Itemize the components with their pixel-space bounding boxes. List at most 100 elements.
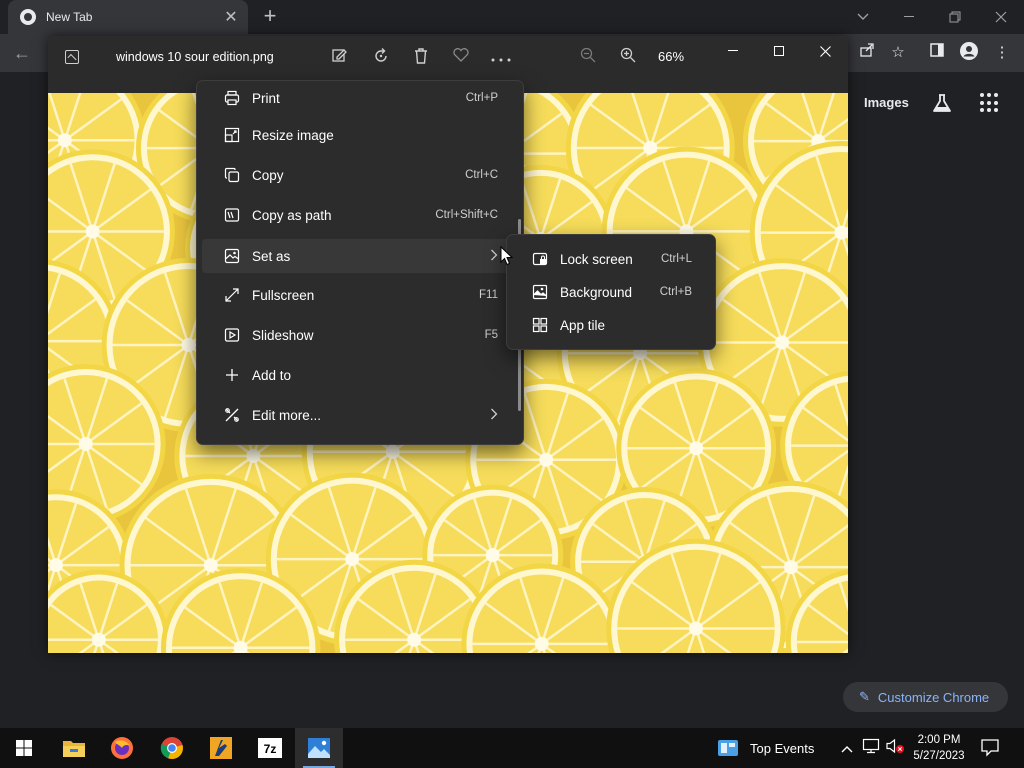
top-events-widget[interactable]: Top Events [718,728,814,768]
edit-image-icon[interactable] [329,47,351,69]
menu-label: Copy [252,167,284,183]
photo-filename: windows 10 sour edition.png [116,50,274,64]
menu-shortcut: F11 [479,289,498,301]
bookmark-star-icon[interactable]: ☆ [887,42,909,64]
cs-game-icon[interactable] [197,728,245,768]
delete-icon[interactable] [410,47,432,69]
pencil-icon: ✎ [859,689,870,704]
photos-maximize-icon[interactable] [756,36,802,66]
new-tab-button[interactable]: + [258,4,282,28]
menu-shortcut: Ctrl+C [465,169,498,181]
chrome-taskbar-icon[interactable] [148,728,196,768]
edit-more-icon [224,407,240,423]
side-panel-icon[interactable] [926,42,948,64]
menu-label: Edit more... [252,407,322,423]
top-events-label: Top Events [750,740,815,756]
menu-item-set-as[interactable]: Set as [202,239,518,273]
back-arrow-icon[interactable]: ← [8,40,36,66]
submenu-item-lock-screen[interactable]: Lock screen Ctrl+L [512,244,710,274]
chrome-favicon-icon [20,9,36,25]
fullscreen-icon [224,287,240,303]
slideshow-icon [224,327,240,343]
file-explorer-icon[interactable] [50,728,98,768]
submenu-label: App tile [560,317,606,333]
menu-label: Resize image [252,127,334,143]
context-menu: Print Ctrl+P Resize image Copy Ctrl+C Co… [196,80,524,445]
labs-flask-icon[interactable] [931,92,953,114]
chevron-right-icon [490,248,498,264]
notification-center-icon[interactable] [980,737,1002,759]
menu-label: Print [252,90,280,106]
menu-shortcut: F5 [484,329,498,341]
chrome-menu-icon[interactable]: ⋮ [991,42,1013,64]
set-as-submenu: Lock screen Ctrl+L Background Ctrl+B App… [506,234,716,350]
menu-label: Fullscreen [252,287,315,303]
menu-item-print[interactable]: Print Ctrl+P [202,81,518,115]
copy-icon [224,167,240,183]
more-options-icon[interactable] [490,47,512,69]
rotate-icon[interactable] [370,47,392,69]
tab-title: New Tab [46,10,93,24]
tray-chevron-up-icon[interactable] [837,738,857,758]
tab-new-tab[interactable]: New Tab ✕ [8,0,248,34]
photos-taskbar-icon[interactable] [295,728,343,768]
mouse-pointer-icon [500,245,514,266]
tab-search-icon[interactable] [840,0,886,34]
menu-label: Copy as path [252,207,332,223]
photos-minimize-icon[interactable] [710,36,756,66]
menu-shortcut: Ctrl+Shift+C [435,209,498,221]
menu-item-resize-image[interactable]: Resize image [202,118,518,152]
taskbar: 7z Top Events 2:00 PM 5/27/2023 [0,728,1024,768]
zoom-in-icon[interactable] [617,47,639,69]
menu-item-edit-more[interactable]: Edit more... [202,398,518,432]
menu-item-fullscreen[interactable]: Fullscreen F11 [202,278,518,312]
chrome-minimize-icon[interactable] [886,0,932,34]
menu-item-add-to[interactable]: Add to [202,358,518,392]
submenu-shortcut: Ctrl+L [661,253,692,265]
background-icon [532,284,548,300]
firefox-icon[interactable] [98,728,146,768]
share-icon[interactable] [856,42,878,64]
chrome-close-icon[interactable] [978,0,1024,34]
menu-shortcut: Ctrl+P [465,92,498,104]
lock-screen-icon [532,251,548,267]
customize-chrome-label: Customize Chrome [877,689,990,705]
taskbar-clock[interactable]: 2:00 PM 5/27/2023 [908,732,970,764]
customize-chrome-button[interactable]: ✎ Customize Chrome [843,682,1008,712]
submenu-label: Background [560,284,633,300]
submenu-item-background[interactable]: Background Ctrl+B [512,277,710,307]
set-as-icon [224,248,240,264]
windows-start-icon[interactable] [0,728,48,768]
profile-icon[interactable] [958,42,980,64]
menu-item-slideshow[interactable]: Slideshow F5 [202,318,518,352]
path-icon [224,207,240,223]
network-icon[interactable] [861,738,881,758]
clock-time: 2:00 PM [917,734,961,746]
zoom-level[interactable]: 66% [658,49,684,64]
photos-titlebar: windows 10 sour edition.png 66% [48,36,848,80]
tab-close-icon[interactable]: ✕ [220,7,242,27]
clock-date: 5/27/2023 [913,750,965,762]
favorite-heart-icon[interactable] [450,47,472,69]
google-apps-icon[interactable] [980,93,1000,113]
photos-app-icon [65,50,79,64]
plus-icon [224,367,240,383]
resize-icon [224,127,240,143]
chrome-restore-icon[interactable] [932,0,978,34]
seven-zip-label: 7z [264,742,277,756]
menu-label: Slideshow [252,327,314,343]
zoom-out-icon[interactable] [577,47,599,69]
photos-close-icon[interactable] [802,36,848,66]
seven-zip-icon[interactable]: 7z [246,728,294,768]
menu-label: Set as [252,248,291,264]
submenu-item-app-tile[interactable]: App tile [512,310,710,340]
menu-item-copy-as-path[interactable]: Copy as path Ctrl+Shift+C [202,198,518,232]
printer-icon [224,90,240,106]
app-tile-icon [532,317,548,333]
chrome-titlebar: New Tab ✕ + [0,0,1024,34]
volume-muted-icon[interactable] [885,738,905,758]
news-icon [718,740,738,756]
ntp-images-link[interactable]: Images [864,95,909,110]
menu-label: Add to [252,367,292,383]
menu-item-copy[interactable]: Copy Ctrl+C [202,158,518,192]
